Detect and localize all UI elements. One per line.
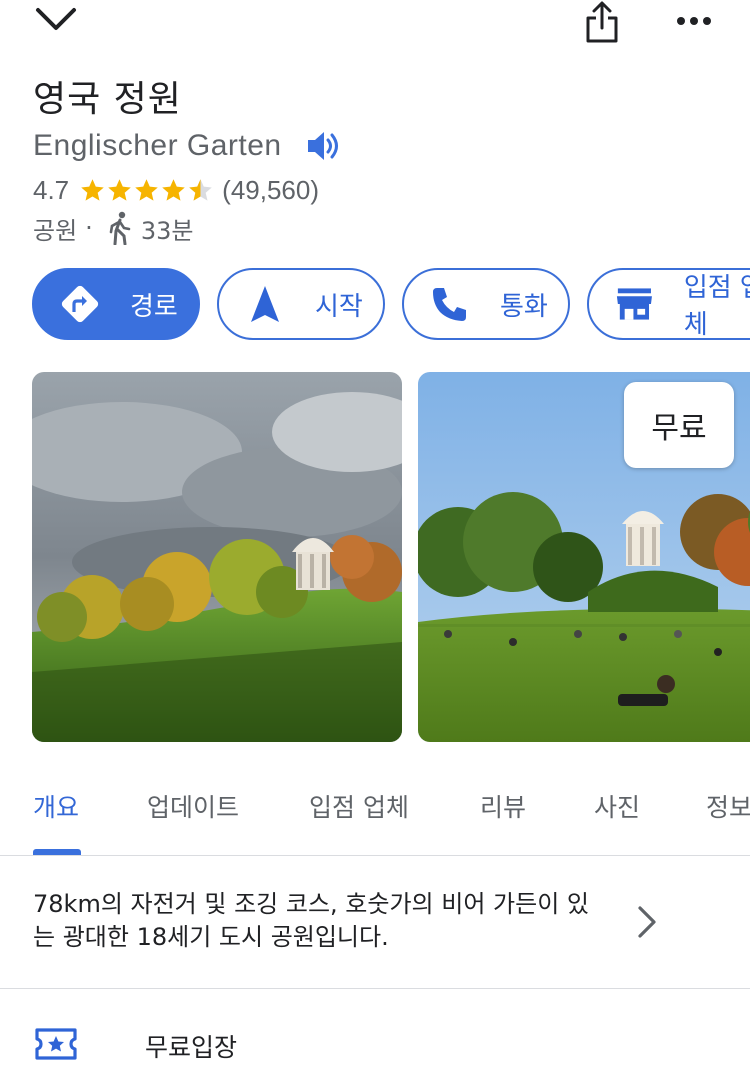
admission-label: 무료입장 xyxy=(145,1033,238,1062)
phone-icon xyxy=(433,288,466,321)
directions-button[interactable]: 경로 xyxy=(32,268,200,340)
tab-about[interactable]: 정보 xyxy=(706,788,750,824)
free-badge: 무료 xyxy=(624,382,734,468)
call-button[interactable]: 통화 xyxy=(402,268,570,340)
tab-reviews[interactable]: 리뷰 xyxy=(480,788,526,824)
tab-updates[interactable]: 업데이트 xyxy=(147,788,239,824)
park-photo-image xyxy=(32,372,402,742)
share-icon[interactable] xyxy=(580,0,624,44)
navigation-arrow-icon xyxy=(251,286,279,322)
more-horizontal-icon[interactable] xyxy=(672,4,716,36)
start-label: 시작 xyxy=(315,291,363,322)
place-title: 영국 정원 xyxy=(33,79,182,120)
directory-button[interactable]: 입점 업체 xyxy=(587,268,750,340)
admission-row: 무료입장 xyxy=(0,1000,750,1086)
directory-label: 입점 업체 xyxy=(683,273,750,340)
call-label: 통화 xyxy=(500,291,548,322)
walk-time: 33분 xyxy=(140,216,194,245)
tab-photos[interactable]: 사진 xyxy=(594,788,640,824)
star-icon xyxy=(162,178,185,201)
walking-icon xyxy=(109,211,131,245)
tab-directory[interactable]: 입점 업체 xyxy=(309,788,409,824)
review-count: (49,560) xyxy=(222,174,319,205)
rating-row[interactable]: 4.7 (49,560) xyxy=(33,170,319,210)
star-icon xyxy=(135,178,158,201)
action-chips: 경로 시작 통화 입점 업체 xyxy=(32,268,750,340)
star-half-icon xyxy=(189,178,212,201)
start-button[interactable]: 시작 xyxy=(217,268,385,340)
speaker-icon[interactable] xyxy=(304,126,344,166)
chevron-down-icon[interactable] xyxy=(34,2,78,38)
star-icon xyxy=(81,178,104,201)
ticket-icon xyxy=(35,1028,77,1060)
directions-icon xyxy=(61,285,99,323)
rating-value: 4.7 xyxy=(33,174,70,205)
photo-carousel[interactable]: 무료 xyxy=(32,372,750,742)
star-icon xyxy=(108,178,131,201)
meta-row: 공원 · 33분 xyxy=(33,208,193,248)
chevron-right-icon xyxy=(638,906,656,938)
storefront-icon xyxy=(616,288,652,320)
original-name: Englischer Garten xyxy=(33,129,282,162)
directions-label: 경로 xyxy=(130,291,178,322)
top-bar xyxy=(0,0,750,56)
description-row[interactable]: 78km의 자전거 및 조깅 코스, 호숫가의 비어 가든이 있는 광대한 18… xyxy=(0,856,750,989)
tab-bar: 개요 업데이트 입점 업체 리뷰 사진 정보 xyxy=(0,770,750,856)
original-name-row: Englischer Garten xyxy=(33,124,344,168)
category: 공원 xyxy=(33,216,78,245)
star-rating xyxy=(79,177,214,204)
tab-overview[interactable]: 개요 xyxy=(33,788,79,824)
park-photo[interactable] xyxy=(32,372,402,742)
description-text: 78km의 자전거 및 조깅 코스, 호숫가의 비어 가든이 있는 광대한 18… xyxy=(33,890,589,951)
active-tab-indicator xyxy=(33,849,81,855)
separator: · xyxy=(85,214,93,242)
